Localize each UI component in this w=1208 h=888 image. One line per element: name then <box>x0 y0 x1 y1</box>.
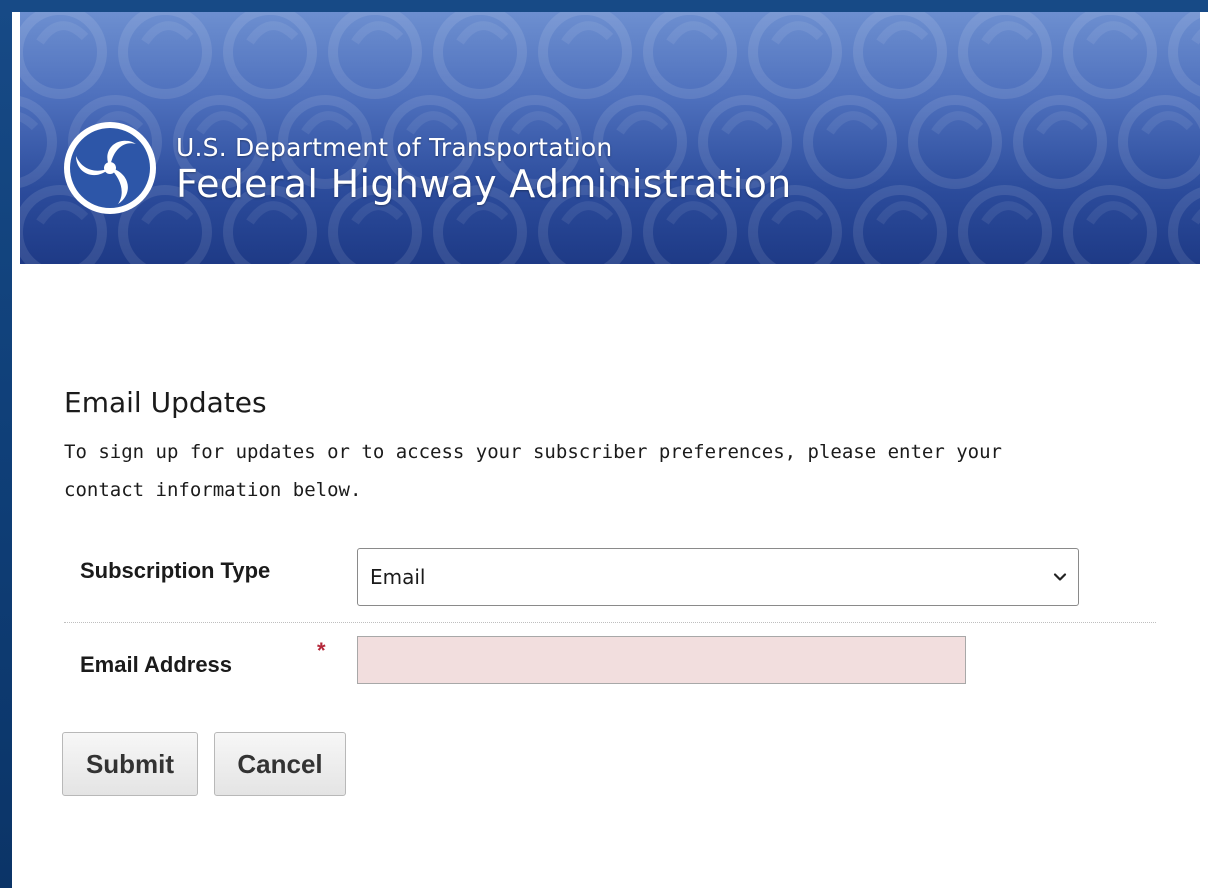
chevron-down-icon <box>1053 573 1067 581</box>
subscription-type-row: Subscription Type Email <box>64 548 1156 623</box>
cancel-button[interactable]: Cancel <box>214 732 346 796</box>
required-marker: * <box>317 638 326 663</box>
submit-button[interactable]: Submit <box>62 732 198 796</box>
dot-triskelion-logo-icon <box>64 122 156 214</box>
email-address-label: Email Address <box>80 652 233 677</box>
subscription-type-label: Subscription Type <box>80 558 271 583</box>
subscription-type-value: Email <box>370 565 426 589</box>
email-updates-form: Email Updates To sign up for updates or … <box>62 386 1174 796</box>
email-address-input[interactable] <box>357 636 966 684</box>
page-title: Email Updates <box>64 386 267 419</box>
intro-text: To sign up for updates or to access your… <box>64 441 1002 501</box>
browser-frame: U.S. Department of Transportation Federa… <box>0 0 1208 888</box>
department-name: U.S. Department of Transportation <box>176 133 613 162</box>
agency-name: Federal Highway Administration <box>176 162 792 206</box>
subscription-type-select[interactable]: Email <box>357 548 1079 606</box>
email-address-row: Email Address * <box>64 636 1156 706</box>
page: U.S. Department of Transportation Federa… <box>12 12 1208 888</box>
agency-banner: U.S. Department of Transportation Federa… <box>20 12 1200 264</box>
agency-title: U.S. Department of Transportation Federa… <box>176 133 792 207</box>
